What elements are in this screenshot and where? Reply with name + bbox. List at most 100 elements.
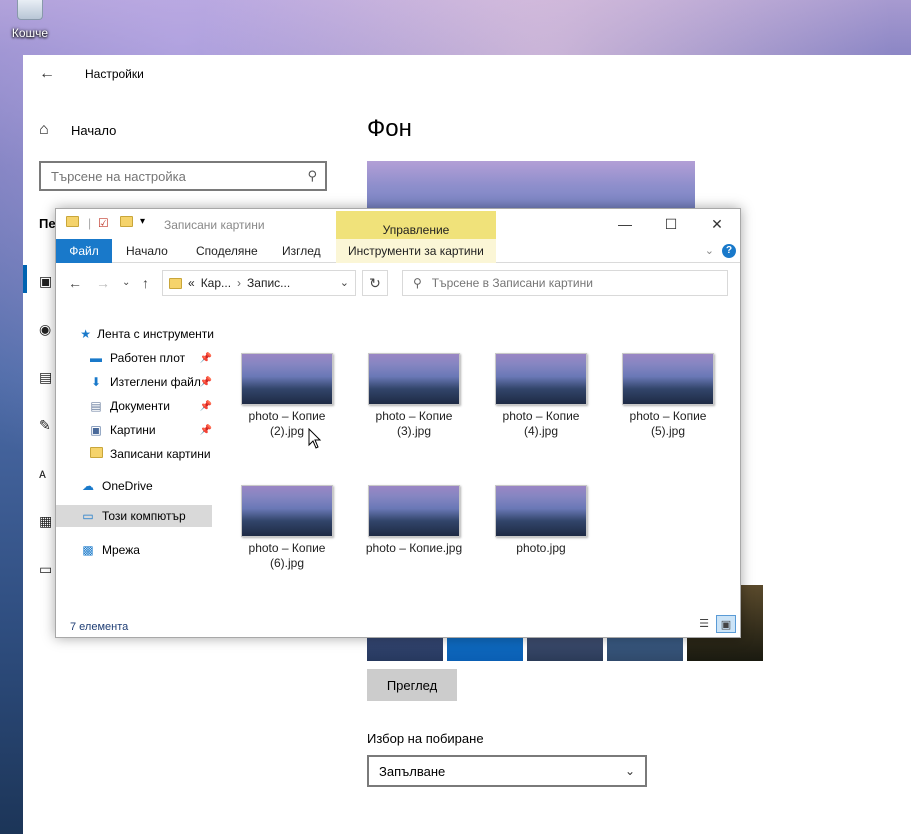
up-arrow-icon[interactable]: ↑ [142,275,149,291]
image-thumbnail [495,353,587,405]
file-name: photo – Копие (4).jpg [502,409,580,438]
nav-quick-access[interactable]: ★ Лента с инструменти [80,323,214,345]
recycle-bin-icon [17,0,43,20]
minimize-icon[interactable]: — [602,209,648,239]
file-item[interactable]: photo.jpg [486,485,596,556]
explorer-search-box[interactable]: ⚲ [402,270,728,296]
image-thumbnail [241,353,333,405]
nav-documents[interactable]: ▤ Документи 📌 [88,395,214,417]
sidebar-selected-indicator [23,265,27,293]
file-name: photo – Копие (6).jpg [248,541,326,570]
chevron-down-icon: ⌄ [624,764,635,778]
refresh-button[interactable]: ↻ [362,270,388,296]
address-prefix[interactable]: « [188,276,195,290]
chevron-down-icon[interactable]: ⌄ [705,239,714,263]
home-icon: ⌂ [39,121,49,138]
download-icon: ⬇ [90,375,102,389]
file-item[interactable]: photo – Копие (5).jpg [613,353,723,439]
explorer-title-bar: | ☑ ▾ Записани картини Управление — ☐ ✕ [56,209,740,239]
back-arrow-icon[interactable]: ← [39,65,55,83]
ribbon-tabs: Файл Начало Споделяне Изглед Инструменти… [56,239,740,263]
pin-icon[interactable]: 📌 [200,425,212,436]
nav-this-pc[interactable]: ▭ Този компютър [56,505,212,527]
search-icon: ⚲ [413,276,422,290]
status-item-count: 7 елемента [70,621,129,633]
file-name: photo – Копие (3).jpg [375,409,453,438]
fit-dropdown-value: Запълване [379,763,446,779]
pin-icon[interactable]: 📌 [200,353,212,364]
fit-label: Избор на побиране [367,731,484,746]
recycle-bin[interactable]: Кошче [8,0,52,40]
settings-search-box[interactable]: ⚲ [39,161,327,191]
file-item[interactable]: photo – Копие (3).jpg [359,353,469,439]
nav-saved-pictures[interactable]: Записани картини [88,443,214,465]
file-name: photo – Копие (5).jpg [629,409,707,438]
image-thumbnail [368,485,460,537]
settings-titlebar: ← Настройки [23,55,911,93]
chevron-down-icon[interactable]: ⌄ [340,276,349,289]
settings-search-input[interactable] [41,163,291,189]
file-explorer-window: | ☑ ▾ Записани картини Управление — ☐ ✕ … [55,208,741,638]
file-name: photo – Копие.jpg [365,541,463,555]
manage-tab[interactable]: Управление [336,211,496,239]
nav-network[interactable]: ▩ Мрежа [80,539,214,561]
file-item[interactable]: photo – Копие (2).jpg [232,353,342,439]
search-icon[interactable]: ⚲ [307,168,317,184]
large-icons-view-icon[interactable]: ▣ [716,615,736,633]
tab-home[interactable]: Начало [126,239,168,263]
settings-home-link[interactable]: ⌂ Начало [39,121,116,139]
details-view-icon[interactable]: ☰ [694,615,714,633]
tab-share[interactable]: Споделяне [196,239,258,263]
maximize-icon[interactable]: ☐ [648,209,694,239]
pin-icon[interactable]: 📌 [200,377,212,388]
forward-arrow-icon[interactable]: → [96,275,110,291]
file-item[interactable]: photo – Копие (6).jpg [232,485,342,571]
image-thumbnail [241,485,333,537]
file-name: photo – Копие (2).jpg [248,409,326,438]
pin-icon[interactable]: 📌 [200,401,212,412]
close-icon[interactable]: ✕ [694,209,740,239]
window-controls: — ☐ ✕ [602,209,740,239]
nav-pictures[interactable]: ▣ Картини 📌 [88,419,214,441]
address-separator: › [237,276,242,290]
address-segment-saved[interactable]: Запис... [247,276,290,290]
nav-label: Изтеглени файл [110,375,201,389]
nav-label: Лента с инструменти [97,327,214,341]
browse-button[interactable]: Преглед [367,669,457,701]
file-item[interactable]: photo – Копие.jpg [359,485,469,556]
address-bar[interactable]: « Кар... › Запис... ⌄ [162,270,356,296]
explorer-search-input[interactable] [431,276,712,290]
fit-dropdown[interactable]: Запълване ⌄ [367,755,647,787]
tab-file[interactable]: Файл [56,239,112,263]
nav-label: Документи [110,399,170,413]
nav-downloads[interactable]: ⬇ Изтеглени файл 📌 [88,371,214,393]
separator: | [88,216,92,230]
nav-label: Работен плот [110,351,186,365]
nav-onedrive[interactable]: ☁ OneDrive [80,475,214,497]
network-icon: ▩ [82,543,94,557]
recent-locations-icon[interactable]: ⌄ [122,277,130,288]
back-arrow-icon[interactable]: ← [68,275,82,291]
nav-label: Мрежа [102,543,140,557]
computer-icon: ▭ [82,509,94,523]
nav-desktop[interactable]: ▬ Работен плот 📌 [88,347,214,369]
nav-label: Този компютър [102,509,186,523]
explorer-window-title: Записани картини [164,218,265,232]
image-thumbnail [495,485,587,537]
tab-picture-tools[interactable]: Инструменти за картини [336,239,496,263]
pictures-icon: ▣ [90,423,102,437]
folder-icon [88,447,104,461]
sidebar-heading: Пе [39,216,56,231]
file-name: photo.jpg [516,541,566,555]
refresh-icon: ↻ [369,274,381,291]
properties-icon[interactable]: ☑ [98,216,109,230]
file-item[interactable]: photo – Копие (4).jpg [486,353,596,439]
help-icon[interactable]: ? [722,244,736,258]
customize-quick-access-icon[interactable]: ▾ [140,216,145,227]
cloud-icon: ☁ [82,479,94,493]
folder-icon [66,216,79,230]
recycle-bin-label: Кошче [11,26,49,40]
tab-view[interactable]: Изглед [282,239,321,263]
new-folder-icon[interactable] [120,216,133,230]
address-segment-pictures[interactable]: Кар... [201,276,231,290]
